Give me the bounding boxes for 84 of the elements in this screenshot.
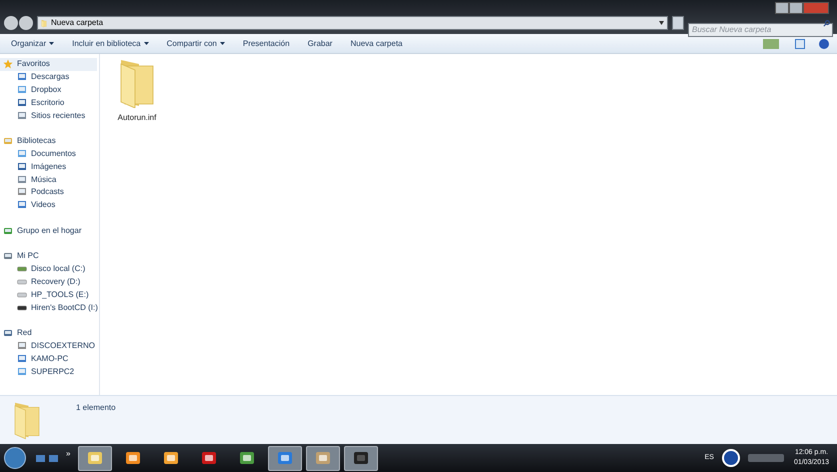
taskbar-button[interactable] xyxy=(306,446,340,470)
app-icon xyxy=(314,449,332,467)
toolbar-button[interactable]: Nueva carpeta xyxy=(345,38,408,50)
item-icon xyxy=(17,174,27,185)
start-button[interactable] xyxy=(4,447,26,469)
nav-item[interactable]: Mi PC xyxy=(0,250,99,263)
nav-item[interactable]: Escritorio xyxy=(0,96,99,110)
taskbar-button[interactable] xyxy=(268,446,302,470)
folder-icon xyxy=(41,18,47,28)
star-icon xyxy=(3,59,13,70)
app-icon xyxy=(200,449,218,467)
search-field[interactable]: Buscar Nueva carpeta xyxy=(688,22,833,36)
nav-item[interactable]: Imágenes xyxy=(0,160,99,174)
drive-icon xyxy=(17,290,27,300)
taskbar-button[interactable] xyxy=(78,446,112,470)
network-icon xyxy=(3,328,13,338)
overflow-button[interactable]: » xyxy=(66,448,70,460)
nav-item[interactable]: Bibliotecas xyxy=(0,134,99,148)
computer-icon xyxy=(17,354,27,364)
item-icon xyxy=(17,200,27,210)
nav-item[interactable]: HP_TOOLS (E:) xyxy=(0,288,99,302)
breadcrumb[interactable]: Nueva carpeta xyxy=(51,17,104,29)
nav-item[interactable]: Favoritos xyxy=(0,58,97,71)
forward-button[interactable] xyxy=(19,16,33,30)
app-icon xyxy=(352,449,370,467)
nav-item[interactable]: DISCOEXTERNO xyxy=(0,340,99,352)
nav-item[interactable]: Música xyxy=(0,173,99,186)
nav-item[interactable]: Grupo en el hogar xyxy=(0,224,99,238)
nav-item[interactable]: KAMO-PC xyxy=(0,352,99,366)
nav-item[interactable]: Dropbox xyxy=(0,84,99,96)
drive-icon xyxy=(17,264,27,274)
maximize-button[interactable] xyxy=(789,2,803,14)
help-icon[interactable] xyxy=(722,449,740,467)
drive-icon xyxy=(17,302,27,313)
computer-icon xyxy=(3,251,13,262)
nav-item[interactable]: Recovery (D:) xyxy=(0,276,99,288)
caret-icon xyxy=(49,42,54,45)
item-icon xyxy=(17,72,27,82)
search-icon xyxy=(823,20,830,26)
desktop-icon[interactable] xyxy=(49,454,58,462)
toolbar-button[interactable]: Presentación xyxy=(238,38,295,50)
app-icon xyxy=(162,449,180,467)
toolbar-button[interactable]: Organizar xyxy=(6,38,60,50)
refresh-button[interactable] xyxy=(672,16,684,30)
item-icon xyxy=(17,110,27,121)
caret-icon xyxy=(220,42,225,45)
library-icon xyxy=(3,136,13,146)
drive-icon xyxy=(17,276,27,287)
show-desktop-icon[interactable] xyxy=(36,454,45,462)
toolbar-button[interactable]: Compartir con xyxy=(162,38,230,50)
nav-item[interactable]: Red xyxy=(0,326,99,340)
taskbar-button[interactable] xyxy=(344,446,378,470)
nav-item[interactable]: Descargas xyxy=(0,70,99,84)
item-count: 1 elemento xyxy=(76,402,116,414)
preview-pane-button[interactable] xyxy=(795,38,805,48)
help-button[interactable] xyxy=(819,38,829,48)
computer-icon xyxy=(17,366,27,377)
back-button[interactable] xyxy=(4,16,18,30)
minimize-button[interactable] xyxy=(775,2,789,14)
app-icon xyxy=(86,449,104,467)
nav-item[interactable]: Documentos xyxy=(0,148,99,160)
computer-icon xyxy=(17,340,27,351)
dropdown-icon xyxy=(659,21,664,25)
nav-item[interactable]: Podcasts xyxy=(0,186,99,199)
nav-item[interactable]: Hiren's BootCD (I:) xyxy=(0,301,99,314)
nav-item[interactable]: SUPERPC2 xyxy=(0,365,99,378)
nav-item[interactable]: Sitios recientes xyxy=(0,109,99,122)
app-icon xyxy=(124,449,142,467)
address-bar[interactable]: Nueva carpeta xyxy=(37,16,668,30)
item-icon xyxy=(17,148,27,159)
item-icon xyxy=(17,98,27,108)
app-icon xyxy=(276,449,294,467)
nav-item[interactable]: Videos xyxy=(0,198,99,212)
toolbar-button[interactable]: Grabar xyxy=(302,38,338,50)
item-icon xyxy=(17,84,27,95)
caret-icon xyxy=(144,42,149,45)
nav-item[interactable]: Disco local (C:) xyxy=(0,262,99,276)
app-icon xyxy=(238,449,256,467)
toolbar-button[interactable]: Incluir en biblioteca xyxy=(67,38,154,50)
folder-icon xyxy=(12,400,42,440)
item-icon xyxy=(17,187,27,198)
homegroup-icon xyxy=(3,226,13,236)
item-icon xyxy=(17,162,27,172)
file-item[interactable]: Autorun.inf xyxy=(104,58,170,126)
